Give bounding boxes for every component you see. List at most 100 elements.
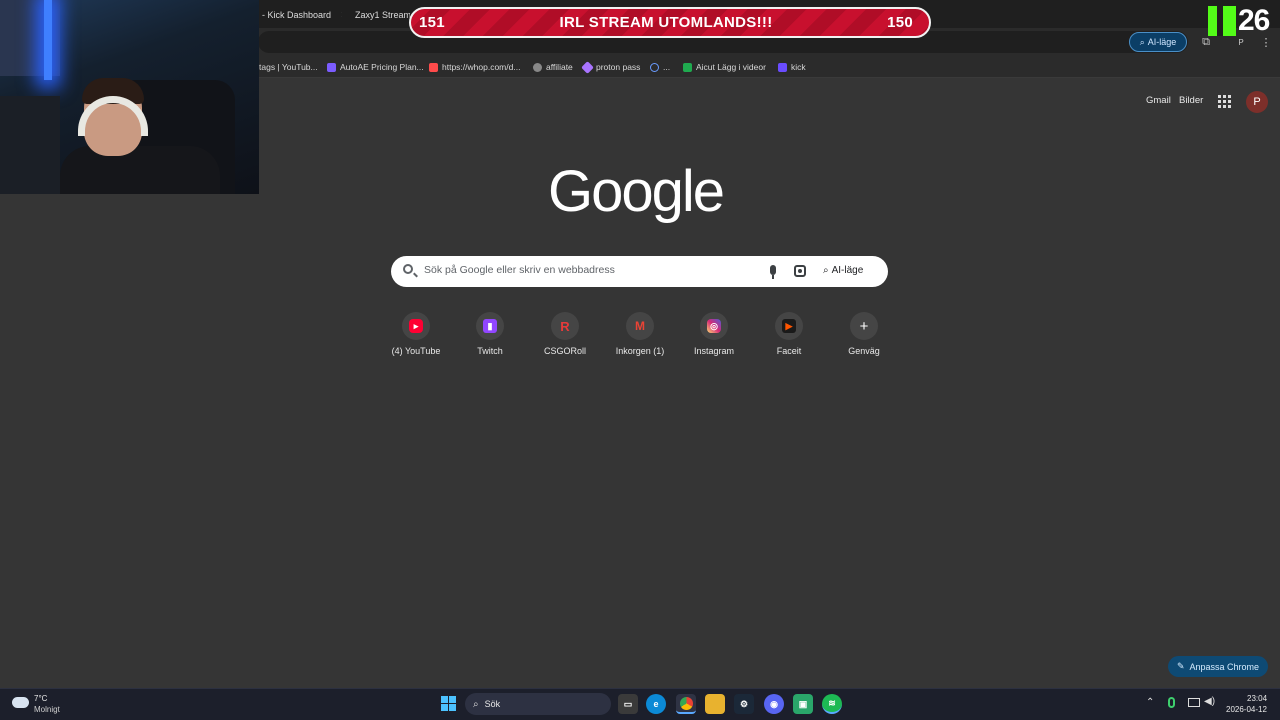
chrome-icon[interactable] [676,694,696,714]
volume-icon[interactable]: ◀) [1204,696,1215,707]
shortcut-faceit[interactable]: ▶ Faceit [752,312,826,368]
weather-desc[interactable]: Molnigt [34,705,60,714]
shortcut-add[interactable]: + Genväg [827,312,901,368]
tab-label: Zaxy1 Stream [355,10,410,20]
banner-right-count: 150 [887,14,913,31]
bookmark-item[interactable]: proton pass [581,60,641,74]
search-icon: ⌕ [473,698,479,710]
shortcut-label: Inkorgen (1) [615,346,665,356]
shortcut-tile: ▶ [775,312,803,340]
camera-lens-icon[interactable] [794,265,806,277]
display-icon[interactable] [1188,698,1200,707]
bookmark-item[interactable]: https://whop.com/d... [429,60,520,74]
bookmark-item[interactable]: affiliate [533,60,573,74]
shortcut-gmail[interactable]: M Inkorgen (1) [603,312,677,368]
bookmark-label: ... [663,62,671,72]
steam-icon[interactable]: ⚙ [734,694,754,714]
kick-bookmark-icon [778,62,787,72]
gmail-link[interactable]: Gmail [1146,95,1171,106]
shortcut-label: Twitch [477,346,503,356]
customize-chrome-button[interactable]: ✎ Anpassa Chrome [1168,656,1268,677]
sheets-icon [683,62,692,72]
csgoroll-icon: R [560,318,570,334]
discord-icon[interactable]: ◉ [764,694,784,714]
bookmark-label: AutoAE Pricing Plan... [340,62,424,72]
bookmark-label: tags | YouTub... [259,62,318,72]
close-icon[interactable]: × [341,9,342,21]
plus-icon: + [859,317,869,335]
instagram-icon: ◎ [707,319,721,333]
spotify-icon[interactable]: ≋ [822,694,842,714]
apps-grid-icon[interactable] [1218,95,1231,108]
kick-viewer-badge: 26 [1208,4,1280,38]
youtube-icon: ▸ [409,319,423,333]
taskbar [0,688,1280,720]
task-view-icon[interactable]: ▭ [618,694,638,714]
ai-mode-label: AI-läge [831,265,864,276]
shortcut-label: Genväg [848,346,880,356]
customize-label: Anpassa Chrome [1189,661,1260,672]
search-sparkle-icon: ⌕ [823,265,829,276]
shortcut-tile: + [850,312,878,340]
viewer-count: 26 [1238,4,1270,37]
cloud-icon[interactable] [12,697,29,708]
shortcut-tile: ◎ [700,312,728,340]
search-icon [403,264,413,274]
search-input[interactable] [424,264,744,276]
shortcut-tile: R [551,312,579,340]
clock-time[interactable]: 23:04 [1247,694,1267,703]
bookmark-item[interactable]: ... [650,60,670,74]
gmail-icon: M [635,319,645,333]
account-avatar[interactable]: P [1246,91,1268,113]
shortcut-tile: ▮ [476,312,504,340]
search-sparkle-icon: ⌕ [1139,36,1145,47]
stream-title-banner: 151 IRL STREAM UTOMLANDS!!! 150 [409,7,931,38]
bookmark-item[interactable]: tags | YouTub... [259,60,318,74]
globe-icon [533,62,542,72]
microphone-tray-icon[interactable] [1168,697,1175,708]
bookmark-item[interactable]: kick [778,60,806,74]
bookmark-item[interactable]: Aicut Lägg i videor [683,60,766,74]
bookmark-icon [650,62,659,72]
weather-temp[interactable]: 7°C [34,694,47,703]
shortcut-tile: M [626,312,654,340]
webcam-overlay [0,0,259,194]
taskbar-search-label: Sök [484,699,501,709]
edge-icon[interactable]: e [646,694,666,714]
shortcut-label: Instagram [693,346,735,356]
file-explorer-icon[interactable] [705,694,725,714]
android-app-icon[interactable]: ▣ [793,694,813,714]
shortcut-instagram[interactable]: ◎ Instagram [677,312,751,368]
proton-pass-icon [581,60,594,74]
clock-date[interactable]: 2026-04-12 [1226,705,1267,714]
taskbar-search[interactable]: ⌕ Sök [465,693,611,715]
ai-mode-button[interactable]: ⌕ AI-läge [1129,32,1187,52]
banner-title: IRL STREAM UTOMLANDS!!! [559,14,773,31]
microphone-icon[interactable] [770,265,776,279]
chevron-up-icon[interactable]: ⌃ [1146,697,1154,708]
tab-zaxy1-stream[interactable]: Zaxy1 Stream [350,4,410,26]
twitch-icon: ▮ [483,319,497,333]
bookmark-label: proton pass [596,62,641,72]
whop-icon [429,62,438,72]
google-logo: Google [548,159,725,224]
autoae-icon [327,62,336,72]
bookmark-label: Aicut Lägg i videor [696,62,766,72]
bookmark-label: https://whop.com/d... [442,62,521,72]
kick-logo-icon [1208,6,1236,36]
shortcut-youtube[interactable]: ▸ (4) YouTube [379,312,453,368]
search-box[interactable]: ⌕ AI-läge [391,256,888,287]
banner-left-count: 151 [419,14,445,31]
ai-mode-label: AI-läge [1147,37,1177,47]
shortcut-label: (4) YouTube [391,346,441,356]
windows-start-icon[interactable] [441,696,456,711]
shortcut-label: Faceit [776,346,802,356]
images-link[interactable]: Bilder [1179,95,1203,106]
shortcut-label: CSGORoll [543,346,586,356]
bookmark-item[interactable]: AutoAE Pricing Plan... [327,60,424,74]
ai-mode-search-button[interactable]: ⌕ AI-läge [823,265,863,276]
faceit-icon: ▶ [782,319,796,333]
shortcut-csgoroll[interactable]: R CSGORoll [528,312,602,368]
shortcut-twitch[interactable]: ▮ Twitch [453,312,527,368]
tab-kick-dashboard[interactable]: - Kick Dashboard × [262,4,342,26]
